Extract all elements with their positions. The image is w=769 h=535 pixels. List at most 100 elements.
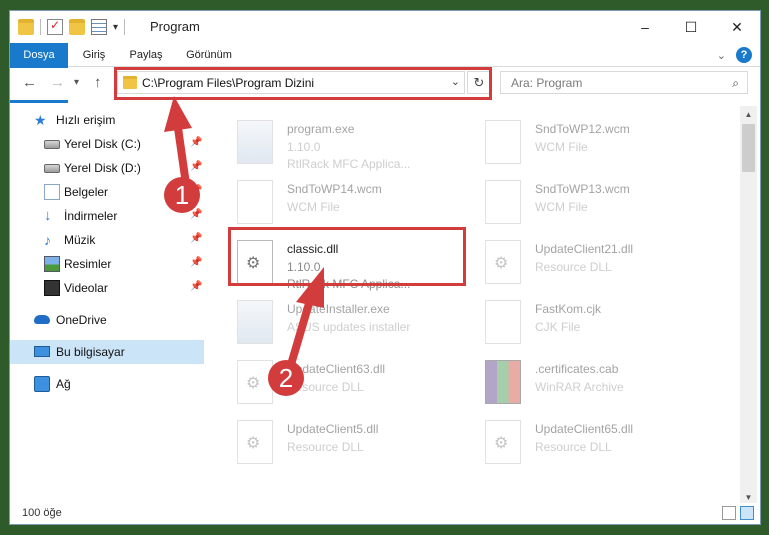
file-name: .certificates.cab (535, 362, 619, 376)
file-item[interactable]: program.exe 1.10.0 RtlRack MFC Applica..… (227, 116, 457, 176)
file-name: UpdateClient63.dll (287, 362, 386, 376)
sidebar-item-label: Hızlı erişim (56, 113, 116, 127)
sidebar-item-network[interactable]: Ağ (10, 372, 204, 396)
sidebar-item-documents[interactable]: Belgeler 📌 (10, 180, 204, 204)
minimize-button[interactable]: – (622, 11, 668, 43)
sidebar-item-videos[interactable]: Videolar 📌 (10, 276, 204, 300)
file-item[interactable]: UpdateInstaller.exe ASUS updates install… (227, 296, 457, 356)
music-icon: ♪ (44, 232, 51, 248)
sidebar-item-label: İndirmeler (64, 209, 118, 223)
dll-icon (237, 360, 273, 404)
address-highlight-box (114, 67, 492, 100)
scroll-up-icon[interactable]: ▲ (740, 106, 757, 123)
search-box[interactable]: Ara: Program ⌕ (500, 71, 748, 94)
documents-icon (44, 184, 60, 200)
pin-icon[interactable]: 📌 (190, 209, 202, 220)
pin-icon[interactable]: 📌 (190, 281, 202, 292)
file-item[interactable]: UpdateClient63.dll Resource DLL (227, 356, 457, 416)
sidebar-item-onedrive[interactable]: OneDrive (10, 308, 204, 332)
file-name: FastKom.cjk (535, 302, 602, 316)
pin-icon[interactable]: 📌 (190, 185, 202, 196)
sidebar-item-music[interactable]: ♪ Müzik 📌 (10, 228, 204, 252)
tab-share[interactable]: Paylaş (122, 43, 170, 67)
forward-button[interactable]: → (50, 74, 65, 91)
tab-home[interactable]: Giriş (72, 43, 116, 67)
file-name: UpdateClient21.dll (535, 242, 634, 256)
pin-icon[interactable]: 📌 (190, 161, 202, 172)
sidebar-item-disk-d[interactable]: Yerel Disk (D:) 📌 (10, 156, 204, 180)
computer-icon (34, 346, 50, 357)
file-item[interactable]: UpdateClient21.dll Resource DLL (475, 236, 705, 296)
pin-icon[interactable]: 📌 (190, 137, 202, 148)
file-item[interactable]: FastKom.cjk CJK File (475, 296, 705, 356)
file-name: program.exe (287, 122, 355, 136)
pin-icon[interactable]: 📌 (190, 257, 202, 268)
file-type: WCM File (535, 140, 588, 154)
file-version: 1.10.0 (287, 140, 321, 154)
sidebar-item-label: Müzik (64, 233, 96, 247)
navigation-pane: ★ Hızlı erişim Yerel Disk (C:) 📌 Yerel D… (10, 106, 206, 496)
window-controls: – ☐ ✕ (622, 11, 760, 43)
pictures-icon (44, 256, 60, 272)
file-icon (485, 180, 521, 224)
close-button[interactable]: ✕ (714, 11, 760, 43)
sidebar-item-this-pc[interactable]: Bu bilgisayar (10, 340, 204, 364)
new-folder-icon[interactable] (69, 19, 85, 35)
divider (40, 19, 41, 35)
file-type: WCM File (535, 200, 588, 214)
properties-check-icon[interactable] (47, 18, 63, 35)
sidebar-item-label: Yerel Disk (C:) (64, 137, 141, 151)
properties-icon[interactable] (91, 19, 107, 35)
file-name: UpdateInstaller.exe (287, 302, 390, 316)
recent-locations-button[interactable]: ▾ (74, 77, 79, 88)
file-item[interactable]: UpdateClient65.dll Resource DLL (475, 416, 705, 476)
vertical-scrollbar[interactable]: ▲ ▼ (740, 106, 757, 506)
divider (124, 19, 126, 35)
maximize-button[interactable]: ☐ (668, 11, 714, 43)
network-icon (34, 376, 50, 392)
title-bar: ▾ Program – ☐ ✕ (10, 11, 760, 43)
sidebar-item-downloads[interactable]: ↓ İndirmeler 📌 (10, 204, 204, 228)
tiles-view-icon[interactable] (740, 506, 754, 520)
sidebar-item-quick-access[interactable]: ★ Hızlı erişim (10, 108, 204, 132)
file-type: WCM File (287, 200, 340, 214)
details-view-icon[interactable] (722, 506, 736, 520)
pin-icon[interactable]: 📌 (190, 233, 202, 244)
dll-icon (485, 420, 521, 464)
download-icon: ↓ (44, 207, 52, 224)
sidebar-item-label: Belgeler (64, 185, 109, 199)
scroll-thumb[interactable] (742, 124, 755, 172)
archive-icon (485, 360, 521, 404)
file-description: RtlRack MFC Applica... (287, 157, 411, 171)
cloud-icon (34, 315, 50, 324)
help-icon[interactable]: ? (736, 47, 752, 63)
dll-icon (237, 420, 273, 464)
file-type: Resource DLL (535, 440, 612, 454)
exe-icon (237, 120, 273, 164)
sidebar-item-disk-c[interactable]: Yerel Disk (C:) 📌 (10, 132, 204, 156)
file-item[interactable]: SndToWP12.wcm WCM File (475, 116, 705, 176)
sidebar-item-pictures[interactable]: Resimler 📌 (10, 252, 204, 276)
videos-icon (44, 280, 60, 296)
window-title: Program (150, 19, 200, 34)
sidebar-item-label: Videolar (64, 281, 108, 295)
file-name: SndToWP13.wcm (535, 182, 630, 196)
file-name: SndToWP12.wcm (535, 122, 630, 136)
up-button[interactable]: ↑ (94, 74, 102, 91)
file-item[interactable]: SndToWP13.wcm WCM File (475, 176, 705, 236)
expand-ribbon-chevron-icon[interactable]: ⌄ (717, 49, 726, 62)
customize-toolbar-chevron-icon[interactable]: ▾ (113, 22, 118, 33)
file-icon (485, 300, 521, 344)
file-type: Resource DLL (287, 380, 364, 394)
file-item[interactable]: UpdateClient5.dll Resource DLL (227, 416, 457, 476)
file-item[interactable]: .certificates.cab WinRAR Archive (475, 356, 705, 416)
star-icon: ★ (34, 112, 47, 128)
tab-view[interactable]: Görünüm (180, 43, 238, 67)
file-list: program.exe 1.10.0 RtlRack MFC Applica..… (217, 106, 737, 496)
file-type: WinRAR Archive (535, 380, 624, 394)
status-bar: 100 öğe (10, 503, 760, 524)
back-button[interactable]: ← (22, 74, 37, 91)
sidebar-item-label: OneDrive (56, 313, 107, 327)
folder-icon (18, 19, 34, 35)
file-type: Resource DLL (535, 260, 612, 274)
